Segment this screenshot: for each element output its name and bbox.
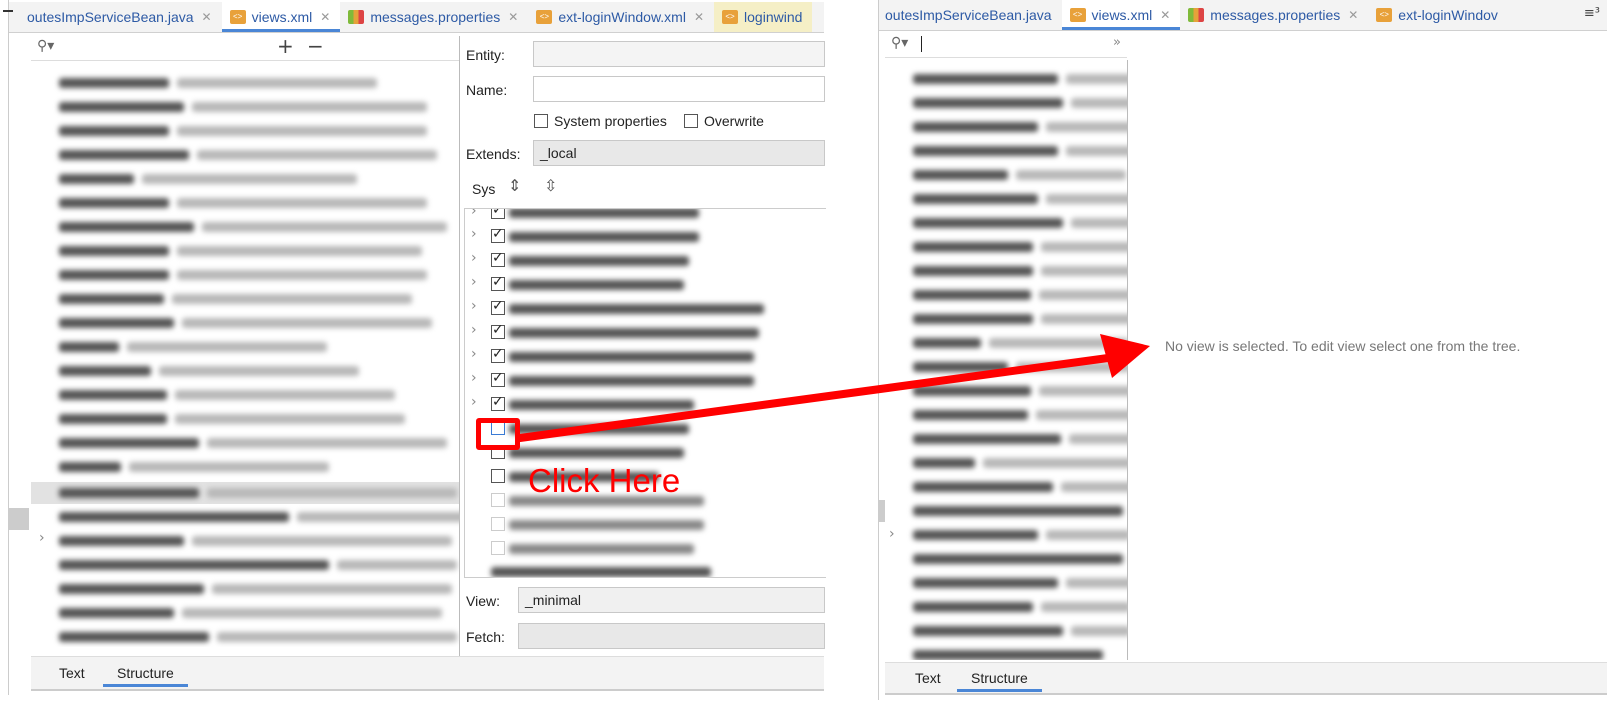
annotation-arrow <box>516 334 1150 442</box>
arrow-head <box>1100 334 1150 378</box>
arrow-shaft <box>516 354 1112 442</box>
